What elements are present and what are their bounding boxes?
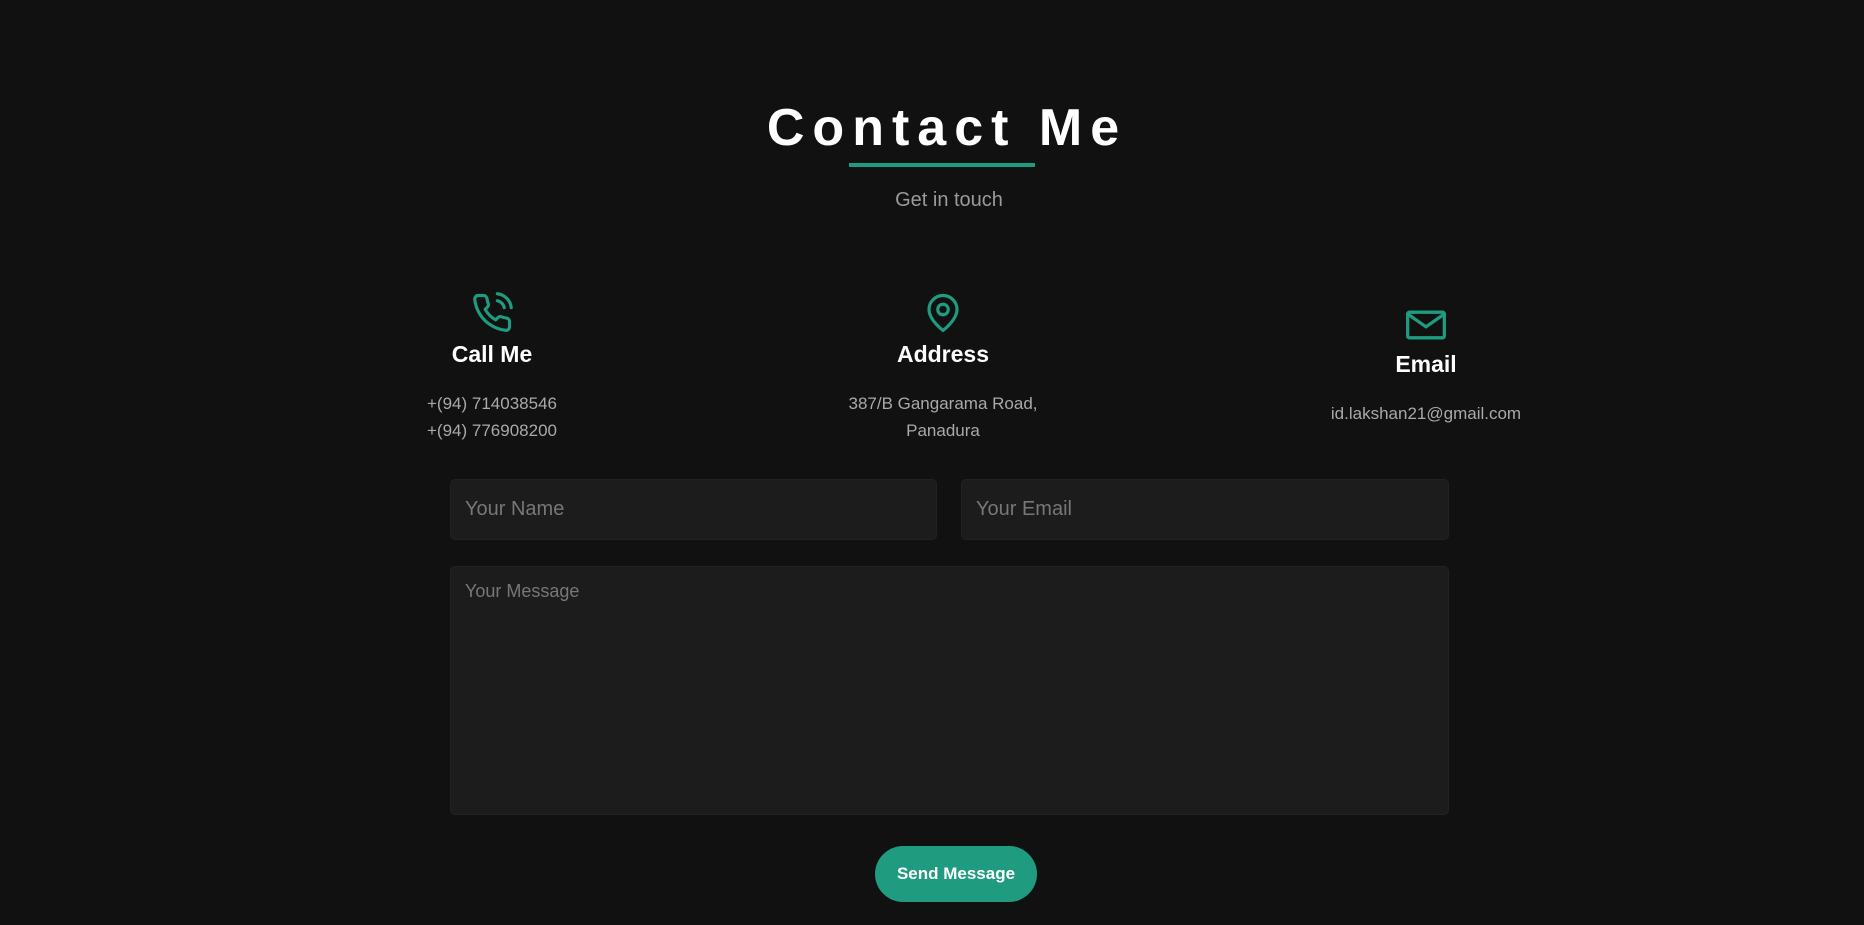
- phone-icon: [473, 292, 513, 332]
- phone-number-1: +(94) 714038546: [427, 394, 557, 413]
- contact-card-phone: Call Me +(94) 714038546 +(94) 776908200: [342, 292, 642, 444]
- contact-card-heading: Email: [1395, 351, 1457, 377]
- email-address: id.lakshan21@gmail.com: [1330, 404, 1522, 423]
- address-line-1: 387/B Gangarama Road,: [848, 394, 1038, 413]
- title-underline: [849, 163, 1035, 167]
- page-subtitle: Get in touch: [895, 189, 1003, 211]
- contact-card-heading: Call Me: [451, 341, 533, 367]
- page-title: Contact Me: [766, 99, 1128, 157]
- send-message-button[interactable]: Send Message: [875, 846, 1037, 902]
- contact-card-heading: Address: [896, 341, 990, 367]
- contact-section: Contact Me Get in touch Call Me +(94) 71…: [0, 0, 1864, 925]
- message-textarea[interactable]: [450, 566, 1449, 815]
- map-pin-icon: [927, 294, 959, 333]
- name-input[interactable]: [450, 479, 937, 540]
- phone-number-2: +(94) 776908200: [427, 421, 557, 440]
- email-input[interactable]: [961, 479, 1449, 540]
- mail-icon: [1406, 310, 1446, 340]
- phone-numbers: +(94) 714038546 +(94) 776908200: [342, 390, 642, 444]
- address-line-2: Panadura: [906, 421, 980, 440]
- address-lines: 387/B Gangarama Road, Panadura: [793, 390, 1093, 444]
- contact-card-email: Email id.lakshan21@gmail.com: [1276, 306, 1576, 427]
- email-lines: id.lakshan21@gmail.com: [1276, 400, 1576, 427]
- contact-card-address: Address 387/B Gangarama Road, Panadura: [793, 292, 1093, 444]
